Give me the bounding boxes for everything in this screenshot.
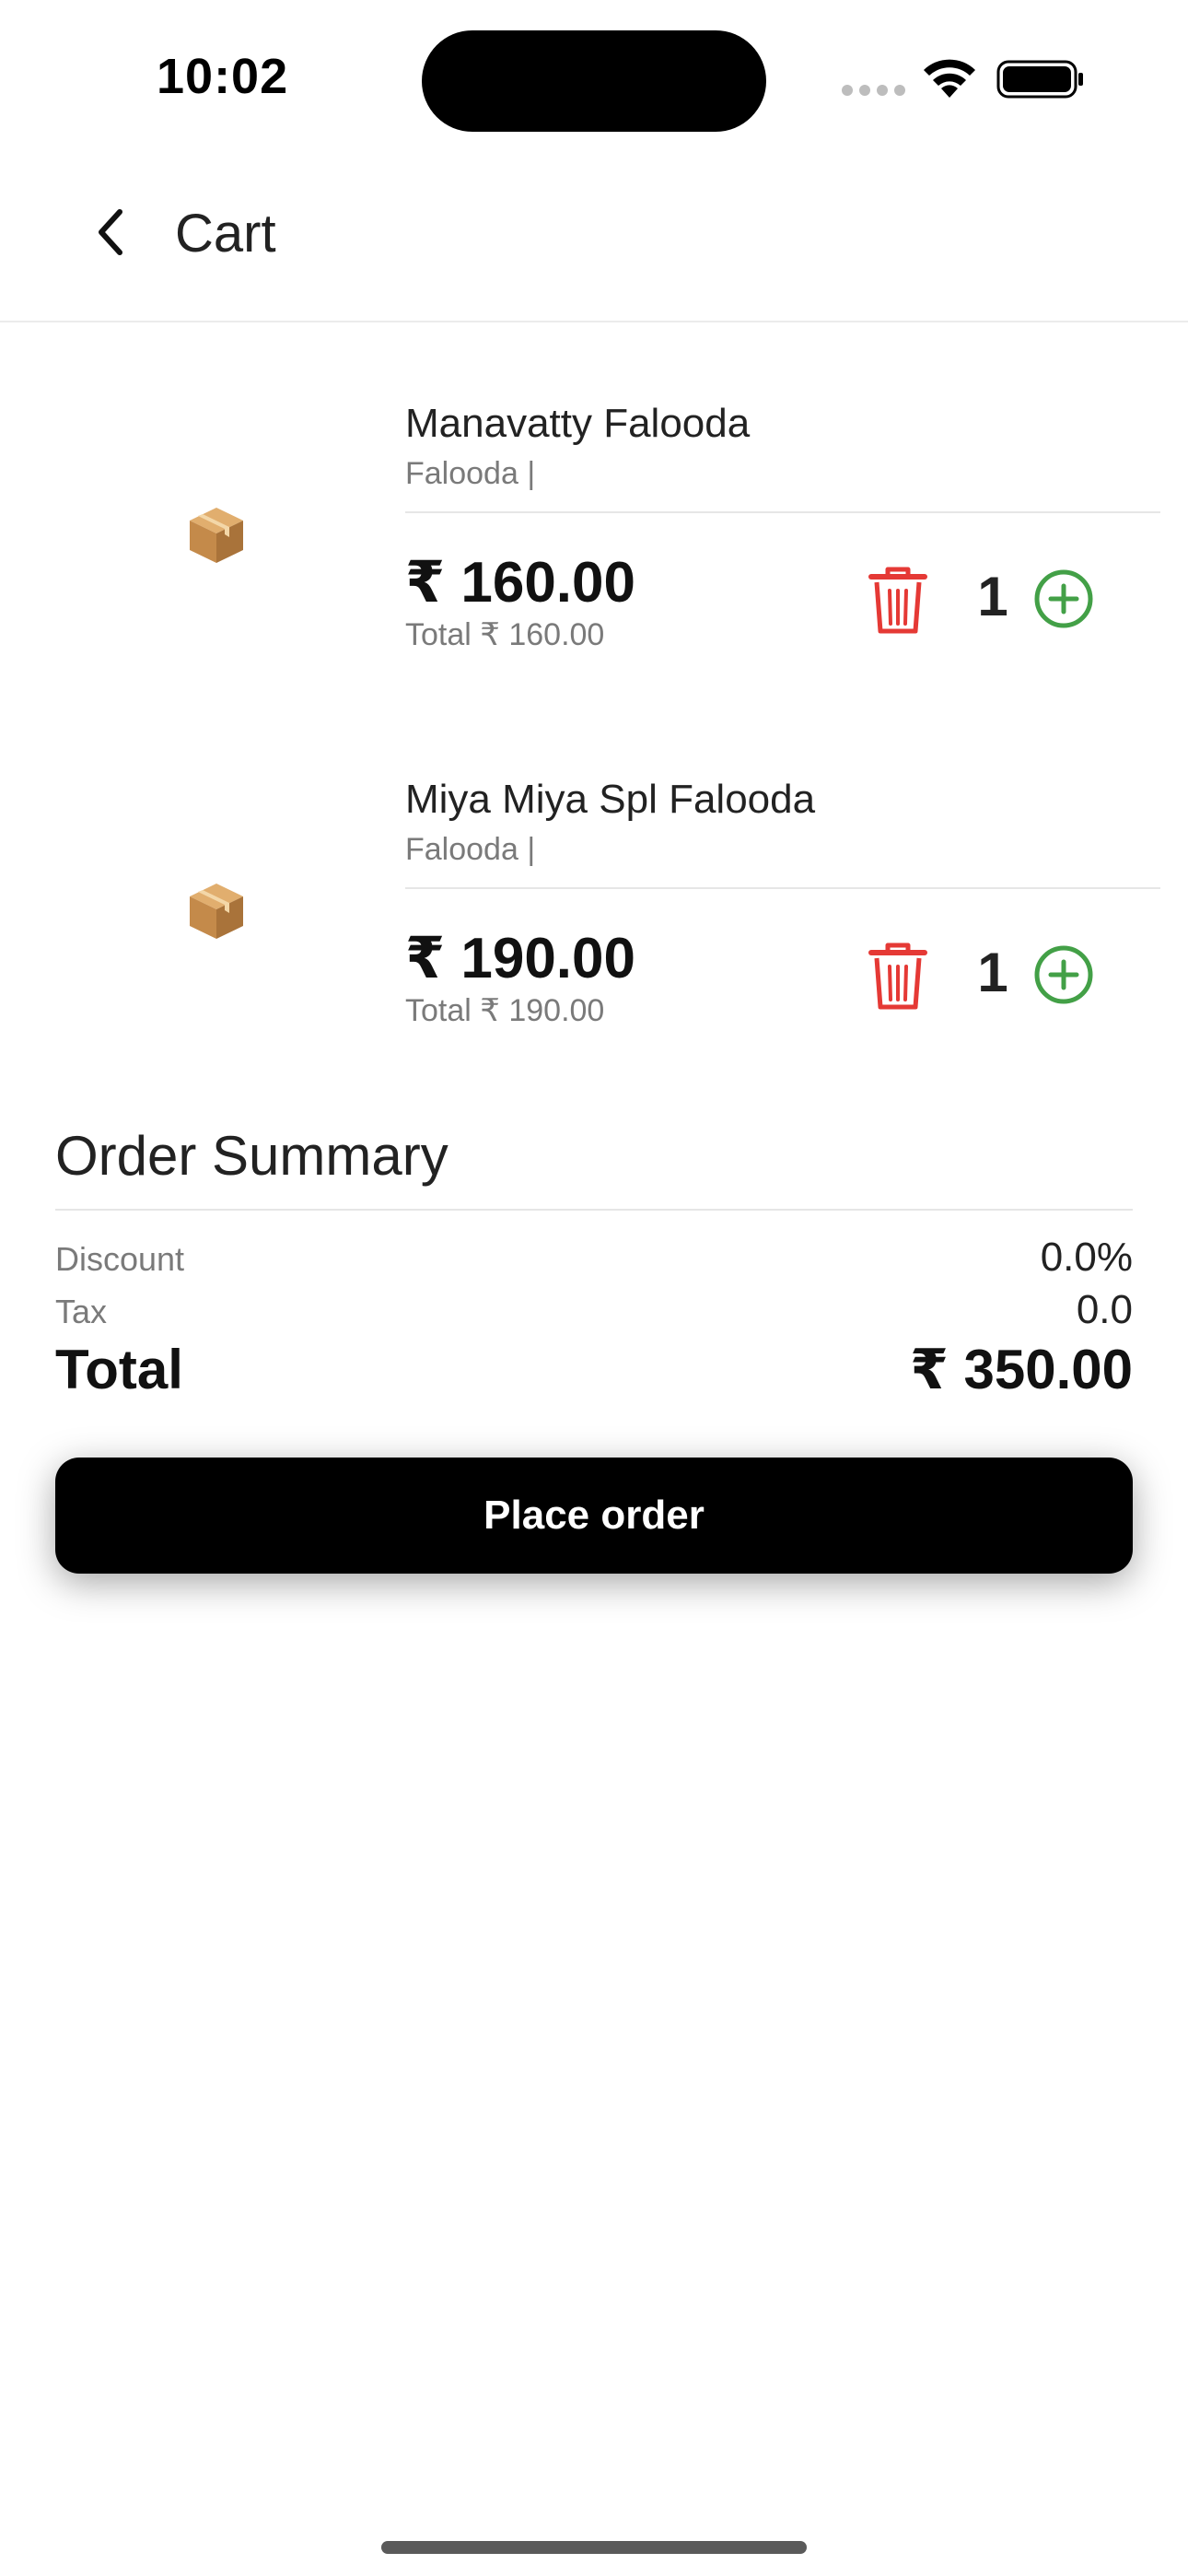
- trash-icon[interactable]: [868, 943, 928, 1011]
- item-name: Manavatty Falooda: [405, 401, 751, 446]
- item-total: Total ₹ 190.00: [405, 993, 605, 1028]
- item-category: Falooda |: [405, 832, 536, 867]
- item-quantity: 1: [977, 942, 1008, 1003]
- item-divider: [405, 511, 1160, 513]
- summary-divider: [55, 1209, 1133, 1211]
- item-quantity: 1: [977, 566, 1008, 627]
- discount-row: Discount 0.0%: [55, 1235, 1133, 1281]
- discount-label: Discount: [55, 1240, 185, 1278]
- total-value: ₹ 350.00: [910, 1339, 1133, 1400]
- item-price: ₹ 160.00: [405, 551, 635, 615]
- cart-item: Manavatty Falooda Falooda | ₹ 160.00 Tot…: [0, 401, 1188, 705]
- status-bar: 10:02: [0, 0, 1188, 157]
- chevron-left-icon: [99, 209, 122, 255]
- total-label: Total: [55, 1339, 183, 1400]
- tax-value: 0.0: [1076, 1287, 1133, 1332]
- plus-circle-icon[interactable]: [1033, 568, 1094, 629]
- order-summary-title: Order Summary: [55, 1125, 448, 1187]
- back-button[interactable]: [74, 195, 147, 269]
- place-order-button[interactable]: Place order: [55, 1458, 1133, 1574]
- plus-circle-icon[interactable]: [1033, 944, 1094, 1005]
- item-name: Miya Miya Spl Falooda: [405, 777, 816, 822]
- item-total: Total ₹ 160.00: [405, 617, 605, 652]
- cellular-signal-icon: [842, 85, 905, 96]
- status-time: 10:02: [157, 49, 289, 104]
- tax-row: Tax 0.0: [55, 1287, 1133, 1333]
- cart-item: Miya Miya Spl Falooda Falooda | ₹ 190.00…: [0, 777, 1188, 1081]
- trash-icon[interactable]: [868, 567, 928, 635]
- dynamic-island: [422, 30, 766, 132]
- item-divider: [405, 887, 1160, 889]
- page-title: Cart: [175, 204, 276, 263]
- package-icon: [190, 508, 243, 563]
- home-indicator: [381, 2541, 807, 2554]
- item-price: ₹ 190.00: [405, 927, 635, 990]
- item-category: Falooda |: [405, 456, 536, 491]
- tax-label: Tax: [55, 1293, 108, 1330]
- wifi-icon: [924, 59, 975, 98]
- app-header: Cart: [0, 157, 1188, 322]
- discount-value: 0.0%: [1040, 1235, 1133, 1280]
- battery-icon: [996, 60, 1083, 99]
- package-icon: [190, 884, 243, 939]
- total-row: Total ₹ 350.00: [55, 1338, 1133, 1402]
